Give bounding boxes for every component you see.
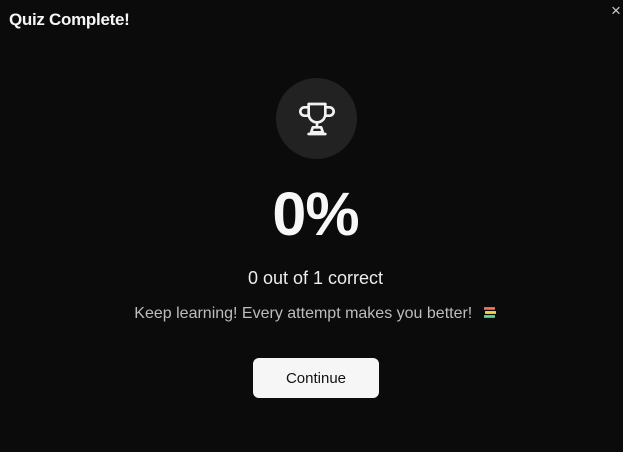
encouragement-text: Keep learning! Every attempt makes you b…: [134, 305, 473, 322]
continue-button[interactable]: Continue: [253, 358, 379, 398]
quiz-complete-dialog: Quiz Complete! × 0% 0 out of 1 correct K…: [0, 0, 623, 452]
correct-count: 0 out of 1 correct: [247, 268, 384, 288]
dialog-title: Quiz Complete!: [9, 10, 130, 29]
encouragement-message: Keep learning! Every attempt makes you b…: [0, 305, 623, 323]
books-icon: [483, 307, 496, 318]
score-percentage: 0%: [272, 180, 359, 248]
trophy-icon: [298, 102, 335, 135]
close-icon[interactable]: ×: [611, 2, 623, 20]
trophy-badge: [276, 78, 357, 159]
